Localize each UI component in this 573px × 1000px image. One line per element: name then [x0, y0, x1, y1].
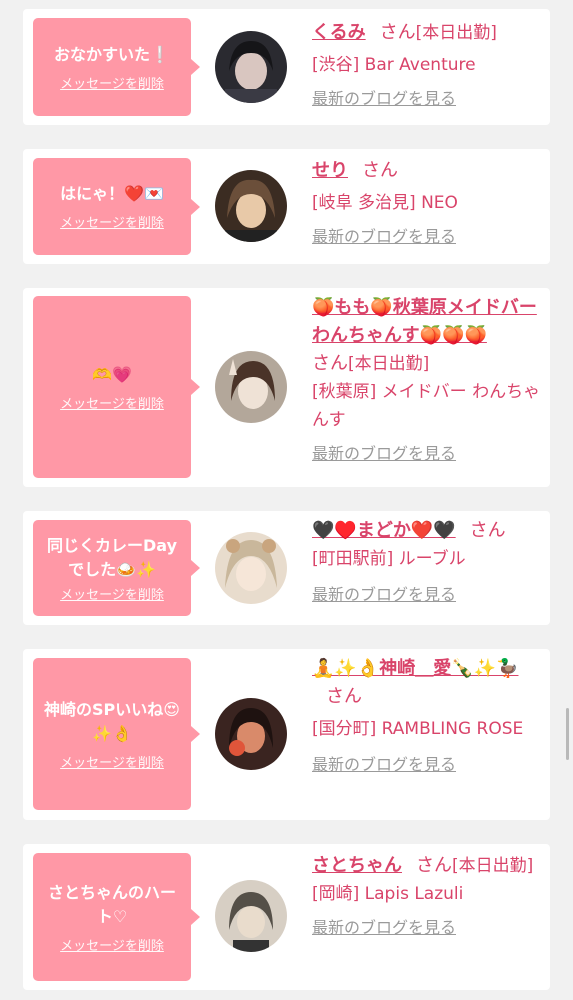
- latest-blog-link[interactable]: 最新のブログを見る: [312, 225, 544, 249]
- delete-message-link[interactable]: メッセージを削除: [60, 584, 164, 603]
- avatar-photo-icon: [215, 698, 287, 770]
- message-card: おなかすいた❕ メッセージを削除 くるみ さん[本日出勤] [渋谷] Bar Av…: [23, 9, 550, 125]
- message-card: 🫶💗 メッセージを削除 🍑もも🍑秋葉原メイドバーわんちゃんす🍑🍑🍑 さん[本日出勤…: [23, 288, 550, 487]
- message-text: 🫶💗: [92, 364, 132, 384]
- delete-message-link[interactable]: メッセージを削除: [60, 935, 164, 954]
- message-text: 同じくカレーDayでした🍛✨: [46, 535, 178, 579]
- message-text: おなかすいた❕: [54, 44, 170, 64]
- message-bubble: 🫶💗 メッセージを削除: [33, 296, 200, 478]
- cast-name-link[interactable]: 🖤♥️まどか❤️🖤: [312, 520, 456, 541]
- honorific: さん: [469, 520, 506, 541]
- cast-name-link[interactable]: くるみ: [312, 22, 366, 43]
- avatar[interactable]: [215, 880, 287, 952]
- avatar[interactable]: [215, 31, 287, 103]
- avatar-photo-icon: [215, 532, 287, 604]
- shop-name: [国分町] RAMBLING ROSE: [312, 719, 524, 739]
- message-list: おなかすいた❕ メッセージを削除 くるみ さん[本日出勤] [渋谷] Bar Av…: [0, 0, 573, 1000]
- avatar[interactable]: [215, 170, 287, 242]
- message-card: さとちゃんのハート♡ メッセージを削除 さとちゃん さん[本日出勤] [岡崎] L…: [23, 844, 550, 990]
- cast-info: くるみ さん[本日出勤] [渋谷] Bar Aventure 最新のブログを見る: [312, 19, 544, 111]
- honorific: さん: [379, 22, 416, 43]
- avatar-photo-icon: [215, 170, 287, 242]
- latest-blog-link[interactable]: 最新のブログを見る: [312, 916, 544, 940]
- attendance-tag: [本日出勤]: [415, 23, 497, 43]
- delete-message-link[interactable]: メッセージを削除: [60, 393, 164, 412]
- message-bubble: おなかすいた❕ メッセージを削除: [33, 18, 200, 116]
- shop-name: [秋葉原] メイドバー わんちゃんす: [312, 382, 541, 430]
- scrollbar[interactable]: [566, 708, 569, 760]
- message-bubble: はにゃ！❤️💌 メッセージを削除: [33, 158, 200, 255]
- cast-name-link[interactable]: さとちゃん: [312, 855, 402, 876]
- avatar[interactable]: [215, 351, 287, 423]
- message-text: 神崎のSPいいね😍✨👌: [44, 699, 180, 743]
- cast-info: せり さん [岐阜 多治見] NEO 最新のブログを見る: [312, 157, 544, 249]
- delete-message-link[interactable]: メッセージを削除: [60, 73, 164, 92]
- cast-info: さとちゃん さん[本日出勤] [岡崎] Lapis Lazuli 最新のブログを見…: [312, 852, 544, 940]
- shop-name: [岡崎] Lapis Lazuli: [312, 884, 464, 904]
- latest-blog-link[interactable]: 最新のブログを見る: [312, 753, 544, 777]
- delete-message-link[interactable]: メッセージを削除: [60, 212, 164, 231]
- message-text: さとちゃんのハート♡: [47, 882, 176, 926]
- cast-name-link[interactable]: 🍑もも🍑秋葉原メイドバーわんちゃんす🍑🍑🍑: [312, 297, 537, 346]
- cast-name-line: 🍑もも🍑秋葉原メイドバーわんちゃんす🍑🍑🍑 さん[本日出勤]: [312, 294, 544, 378]
- honorific: さん: [416, 855, 452, 876]
- honorific: さん: [326, 686, 362, 707]
- latest-blog-link[interactable]: 最新のブログを見る: [312, 442, 544, 466]
- message-bubble: 同じくカレーDayでした🍛✨ メッセージを削除: [33, 520, 200, 616]
- cast-info: 🖤♥️まどか❤️🖤 さん [町田駅前] ルーブル 最新のブログを見る: [312, 517, 544, 607]
- attendance-tag: [本日出勤]: [452, 856, 534, 876]
- honorific: さん: [362, 160, 398, 181]
- cast-name-line: 🧘✨👌神崎＿愛🍾✨🦆 さん: [312, 655, 544, 711]
- cast-info: 🍑もも🍑秋葉原メイドバーわんちゃんす🍑🍑🍑 さん[本日出勤] [秋葉原] メイドバ…: [312, 294, 544, 466]
- message-bubble: 神崎のSPいいね😍✨👌 メッセージを削除: [33, 658, 200, 810]
- message-card: はにゃ！❤️💌 メッセージを削除 せり さん [岐阜 多治見] NEO 最新のブロ…: [23, 149, 550, 264]
- cast-name-line: くるみ さん[本日出勤]: [312, 19, 544, 47]
- message-text: はにゃ！❤️💌: [60, 184, 164, 203]
- honorific: さん: [312, 353, 348, 374]
- shop-name: [町田駅前] ルーブル: [312, 549, 466, 569]
- avatar-photo-icon: [215, 351, 287, 423]
- avatar-photo-icon: [215, 31, 287, 103]
- cast-name-link[interactable]: せり: [312, 160, 348, 181]
- cast-info: 🧘✨👌神崎＿愛🍾✨🦆 さん [国分町] RAMBLING ROSE 最新のブログを…: [312, 655, 544, 777]
- attendance-tag: [本日出勤]: [348, 354, 430, 374]
- cast-name-line: 🖤♥️まどか❤️🖤 さん: [312, 517, 544, 545]
- message-bubble: さとちゃんのハート♡ メッセージを削除: [33, 853, 200, 981]
- shop-name: [岐阜 多治見] NEO: [312, 193, 458, 213]
- delete-message-link[interactable]: メッセージを削除: [60, 752, 164, 771]
- cast-name-line: さとちゃん さん[本日出勤]: [312, 852, 544, 880]
- cast-name-link[interactable]: 🧘✨👌神崎＿愛🍾✨🦆: [312, 658, 518, 679]
- cast-name-line: せり さん: [312, 157, 544, 185]
- message-card: 神崎のSPいいね😍✨👌 メッセージを削除 🧘✨👌神崎＿愛🍾✨🦆 さん [国分町] …: [23, 649, 550, 820]
- message-card: 同じくカレーDayでした🍛✨ メッセージを削除 🖤♥️まどか❤️🖤 さん [町田駅…: [23, 511, 550, 625]
- latest-blog-link[interactable]: 最新のブログを見る: [312, 583, 544, 607]
- avatar[interactable]: [215, 698, 287, 770]
- latest-blog-link[interactable]: 最新のブログを見る: [312, 87, 544, 111]
- avatar-photo-icon: [215, 880, 287, 952]
- avatar[interactable]: [215, 532, 287, 604]
- shop-name: [渋谷] Bar Aventure: [312, 55, 476, 75]
